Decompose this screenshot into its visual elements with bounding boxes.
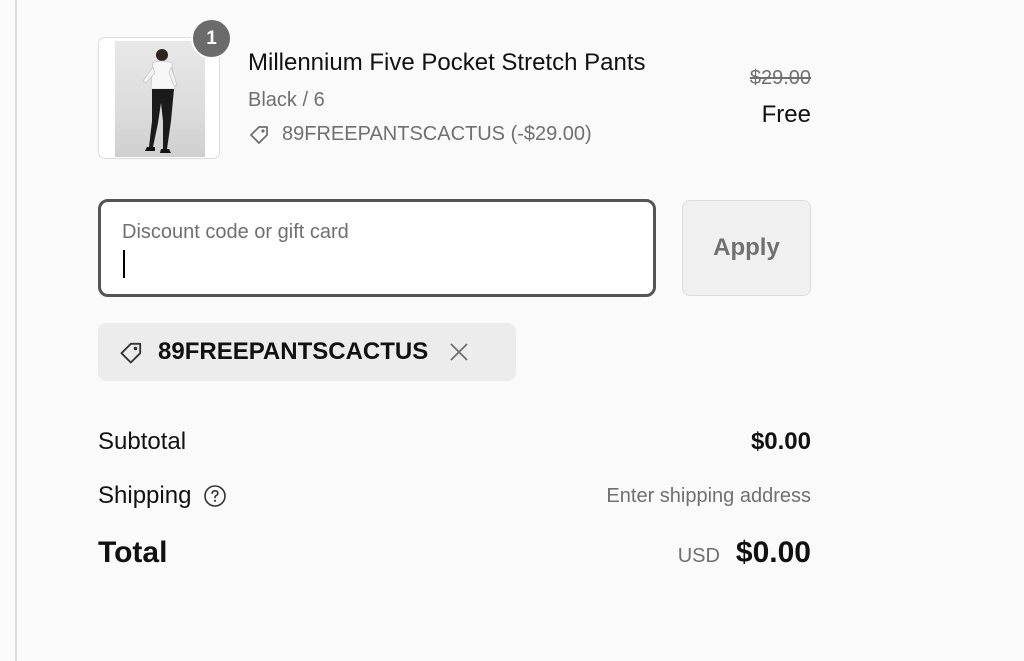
shipping-value: Enter shipping address — [606, 485, 811, 507]
total-amount: $0.00 — [735, 536, 811, 569]
applied-discount-chip: 89FREEPANTSCACTUS — [98, 323, 516, 381]
applied-code-label: 89FREEPANTSCACTUS — [158, 338, 429, 365]
shipping-label: Shipping — [98, 482, 192, 509]
shipping-row: Shipping — [98, 482, 227, 510]
product-discount-text: 89FREEPANTSCACTUS (-$29.00) — [282, 122, 592, 145]
order-summary: 1 Millennium Five Pocket Stretch Pants B… — [98, 0, 811, 661]
original-price: $29.00 — [749, 67, 811, 89]
panel-divider — [15, 0, 17, 661]
discount-code-label: Discount code or gift card — [122, 221, 349, 243]
product-photo — [115, 41, 205, 157]
discount-code-field[interactable]: Discount code or gift card — [98, 199, 656, 297]
tag-icon — [120, 342, 142, 364]
total-label: Total — [98, 536, 168, 569]
product-thumbnail: 1 — [98, 18, 232, 159]
currency-code: USD — [677, 545, 720, 567]
close-icon[interactable] — [448, 341, 470, 363]
apply-button[interactable]: Apply — [682, 200, 811, 296]
product-name: Millennium Five Pocket Stretch Pants — [248, 49, 646, 76]
quantity-badge: 1 — [191, 18, 232, 59]
total-value: USD $0.00 — [678, 536, 811, 570]
product-variant: Black / 6 — [248, 89, 325, 111]
final-price: Free — [761, 101, 811, 128]
help-icon[interactable] — [203, 484, 227, 508]
subtotal-label: Subtotal — [98, 428, 187, 455]
text-caret — [123, 250, 125, 278]
subtotal-value: $0.00 — [750, 428, 811, 455]
model-figure-icon — [142, 49, 178, 153]
tag-icon — [250, 126, 268, 144]
product-discount-line: 89FREEPANTSCACTUS (-$29.00) — [248, 122, 592, 146]
